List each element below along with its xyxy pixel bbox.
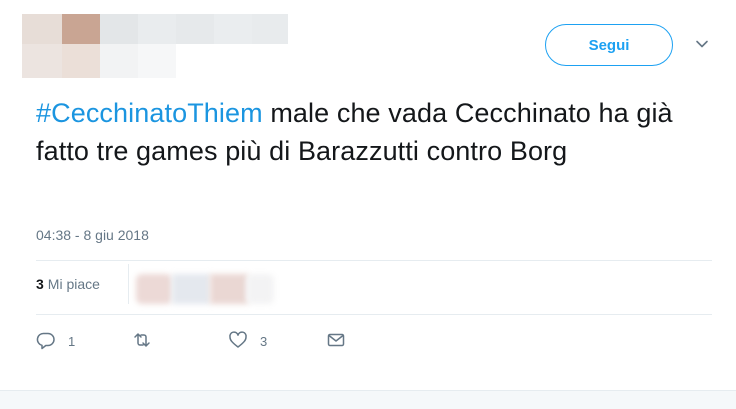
tweet-actions: 1 3 — [36, 330, 346, 353]
reply-count: 1 — [68, 334, 76, 349]
direct-message-button[interactable] — [326, 330, 346, 353]
user-header-blurred[interactable] — [22, 14, 292, 84]
like-count: 3 — [260, 334, 268, 349]
tweet-text: #CecchinatoThiem male che vada Cecchinat… — [36, 94, 726, 170]
likes-count: 3 — [36, 276, 44, 292]
footer-bar — [0, 390, 736, 409]
follow-button-label: Segui — [588, 36, 630, 54]
reply-icon — [36, 330, 56, 353]
follow-button[interactable]: Segui — [545, 24, 673, 66]
envelope-icon — [326, 330, 346, 353]
retweet-icon — [132, 330, 152, 353]
likes-label: Mi piace — [47, 276, 100, 292]
divider — [36, 314, 712, 315]
retweet-button[interactable] — [132, 330, 228, 353]
reply-button[interactable]: 1 — [36, 330, 132, 353]
likers-avatars-blurred[interactable] — [136, 272, 276, 306]
tweet-timestamp[interactable]: 04:38 - 8 giu 2018 — [36, 227, 149, 243]
divider — [128, 264, 129, 304]
heart-icon — [228, 330, 248, 353]
chevron-down-icon[interactable] — [694, 36, 710, 52]
like-button[interactable]: 3 — [228, 330, 326, 353]
hashtag-link[interactable]: #CecchinatoThiem — [36, 98, 263, 128]
divider — [36, 260, 712, 261]
likes-stat[interactable]: 3 Mi piace — [36, 276, 100, 292]
